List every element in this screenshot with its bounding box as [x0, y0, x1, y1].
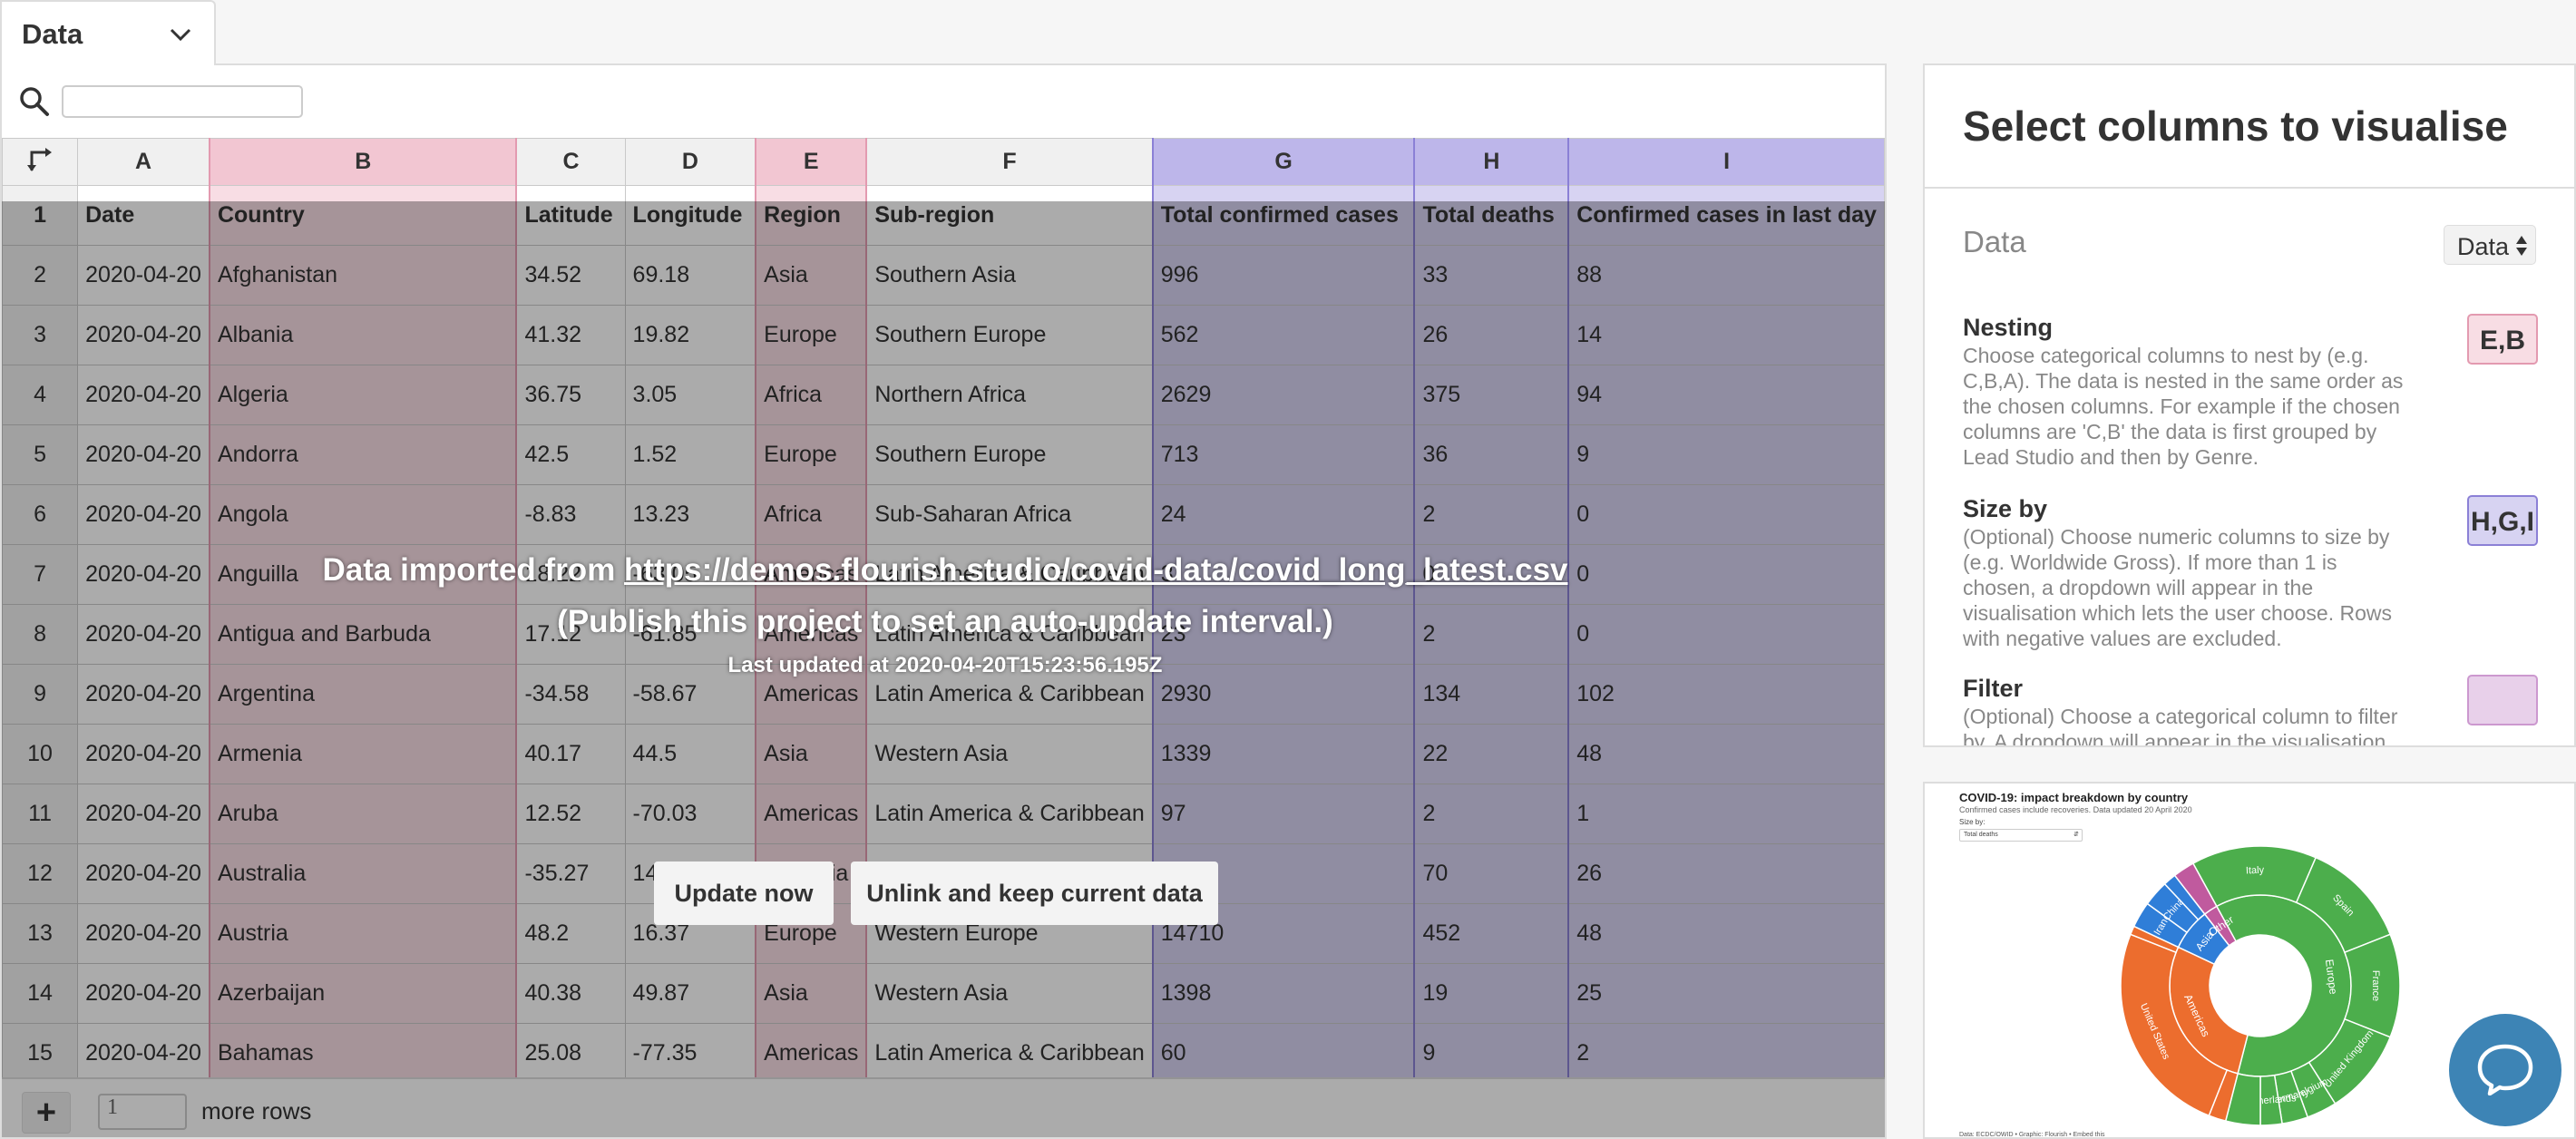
- unlink-keep-data-button[interactable]: Unlink and keep current data: [851, 862, 1218, 925]
- chevron-down-icon[interactable]: [169, 25, 192, 44]
- filter-column-input[interactable]: [2467, 675, 2538, 725]
- sheet-tab-label: Data: [22, 18, 83, 50]
- filter-description: (Optional) Choose a categorical column t…: [1963, 705, 2398, 747]
- import-source-url[interactable]: https://demos.flourish.studio/covid-data…: [624, 552, 1567, 588]
- import-source-prefix: Data imported from: [322, 552, 625, 588]
- column-letter[interactable]: I: [1567, 138, 1885, 186]
- sheet-tab[interactable]: Data: [0, 0, 216, 65]
- column-letter[interactable]: A: [77, 138, 210, 186]
- column-letter[interactable]: D: [624, 138, 756, 186]
- data-sheet: A B C D E F G H I 1 Date Country Latitude Longitude Re…: [0, 63, 1887, 1139]
- select-arrows-icon: [2516, 236, 2527, 256]
- nesting-description: Choose categorical columns to nest by (e…: [1963, 344, 2404, 469]
- update-now-button[interactable]: Update now: [654, 862, 834, 925]
- preview-title: COVID-19: impact breakdown by country: [1959, 791, 2189, 804]
- size-by-columns-input[interactable]: H,G,I: [2467, 495, 2538, 546]
- nesting-title: Nesting: [1963, 314, 2054, 341]
- transpose-icon[interactable]: [26, 145, 54, 172]
- section-label: Data: [1963, 225, 2026, 258]
- sunburst-chart[interactable]: EuropeAmericasAsiaOtherItalySpainFranceU…: [2106, 838, 2415, 1134]
- preview-size-by-select[interactable]: Total deaths ⇵: [1959, 829, 2083, 842]
- import-notice: Data imported from https://demos.flouris…: [2, 544, 1885, 684]
- corner-cell[interactable]: [2, 138, 79, 186]
- preview-size-by-value: Total deaths: [1964, 832, 1998, 838]
- outer-ring-label: France: [2370, 970, 2381, 1001]
- search-input[interactable]: [62, 85, 303, 118]
- preview-footer: Data: ECDC/OWID • Graphic: Flourish • Em…: [1959, 1132, 2105, 1138]
- column-letter[interactable]: B: [208, 138, 517, 186]
- column-letter[interactable]: E: [755, 138, 867, 186]
- column-letter[interactable]: H: [1413, 138, 1569, 186]
- column-letter-row: ABCDEFGHI: [2, 138, 1885, 186]
- size-by-description: (Optional) Choose numeric columns to siz…: [1963, 525, 2393, 650]
- search-icon: [20, 87, 49, 116]
- chat-button[interactable]: [2449, 1014, 2561, 1126]
- chat-bubble-icon: [2477, 1044, 2533, 1095]
- preview-size-by-label: Size by:: [1959, 818, 1986, 826]
- column-letter[interactable]: F: [865, 138, 1154, 186]
- search-bar: [2, 65, 1885, 138]
- last-updated-text: Last updated at 2020-04-20T15:23:56.195Z: [727, 653, 1163, 677]
- data-import-overlay: Data imported from https://demos.flouris…: [2, 201, 1885, 1137]
- outer-ring-label: Italy: [2246, 865, 2265, 877]
- preview-subtitle: Confirmed cases include recoveries. Data…: [1959, 805, 2192, 814]
- panel-title: Select columns to visualise: [1963, 102, 2508, 150]
- filter-title: Filter: [1963, 675, 2024, 702]
- nesting-columns-input[interactable]: E,B: [2467, 314, 2538, 365]
- sheet-select[interactable]: Data: [2444, 225, 2536, 265]
- auto-update-hint: (Publish this project to set an auto-upd…: [557, 604, 1333, 639]
- select-arrows-icon: ⇵: [2073, 832, 2079, 838]
- column-letter[interactable]: G: [1151, 138, 1415, 186]
- panel-header: Select columns to visualise: [1925, 65, 2574, 189]
- column-letter[interactable]: C: [515, 138, 626, 186]
- size-by-title: Size by: [1963, 495, 2048, 522]
- column-bindings-panel: Select columns to visualise Data Data Ne…: [1923, 63, 2576, 747]
- import-source-line: Data imported from https://demos.flouris…: [2, 544, 1885, 597]
- sheet-select-value: Data: [2457, 233, 2510, 260]
